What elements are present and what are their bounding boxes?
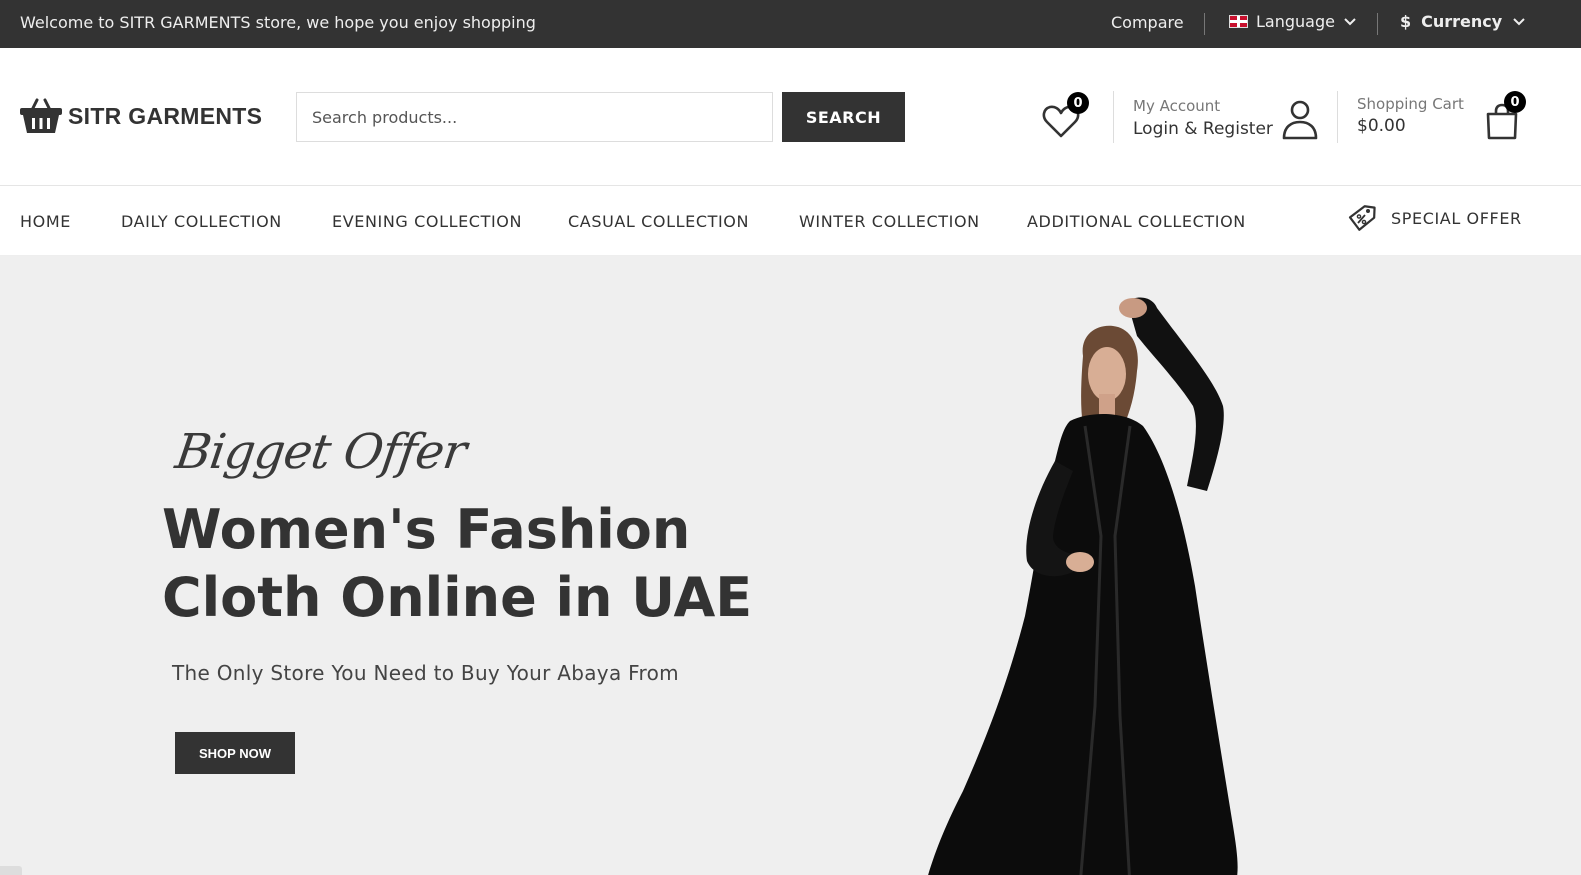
shop-now-button[interactable]: SHOP NOW xyxy=(175,732,295,774)
search-input[interactable] xyxy=(296,92,773,142)
search-button[interactable]: SEARCH xyxy=(782,92,905,142)
top-bar: Welcome to SITR GARMENTS store, we hope … xyxy=(0,0,1581,48)
nav-item-casual-collection[interactable]: CASUAL COLLECTION xyxy=(568,212,749,231)
flag-icon xyxy=(1229,15,1248,28)
nav-item-home[interactable]: HOME xyxy=(20,212,71,231)
chevron-down-icon xyxy=(1344,17,1356,25)
user-icon[interactable] xyxy=(1280,98,1320,140)
logo-text: SITR GARMENTS xyxy=(68,102,263,129)
divider xyxy=(1204,13,1205,35)
nav-item-winter-collection[interactable]: WINTER COLLECTION xyxy=(799,212,980,231)
main-navigation: HOME DAILY COLLECTION EVENING COLLECTION… xyxy=(0,186,1581,256)
cart-total: $0.00 xyxy=(1357,116,1406,136)
login-register-link[interactable]: Login & Register xyxy=(1133,119,1273,139)
hero-headline: Women's Fashion Cloth Online in UAE xyxy=(162,498,753,629)
divider xyxy=(1377,13,1378,35)
cart-button[interactable]: 0 xyxy=(1483,91,1526,141)
basket-logo-icon xyxy=(20,98,62,133)
hero-script-tagline: Bigget Offer xyxy=(172,424,470,480)
wishlist-count-badge: 0 xyxy=(1067,92,1089,114)
language-dropdown[interactable]: Language xyxy=(1229,12,1357,31)
discount-tag-icon xyxy=(1348,205,1376,231)
wishlist-button[interactable]: 0 xyxy=(1041,92,1089,140)
welcome-message: Welcome to SITR GARMENTS store, we hope … xyxy=(20,13,536,32)
currency-symbol: $ xyxy=(1400,12,1412,31)
model-image xyxy=(928,297,1238,875)
divider xyxy=(1337,91,1338,143)
special-offer-label: SPECIAL OFFER xyxy=(1391,208,1522,228)
corner-tab xyxy=(0,866,22,875)
chevron-down-icon xyxy=(1513,17,1525,25)
nav-item-additional-collection[interactable]: ADDITIONAL COLLECTION xyxy=(1027,212,1246,231)
language-label: Language xyxy=(1256,12,1335,31)
hero-banner: Bigget Offer Women's Fashion Cloth Onlin… xyxy=(0,256,1581,875)
hero-subtitle: The Only Store You Need to Buy Your Abay… xyxy=(172,661,679,685)
compare-link[interactable]: Compare xyxy=(1111,13,1184,32)
currency-dropdown[interactable]: $ Currency xyxy=(1400,12,1526,31)
site-logo[interactable]: SITR GARMENTS xyxy=(20,98,262,134)
special-offer-link[interactable]: SPECIAL OFFER xyxy=(1347,202,1522,234)
account-link[interactable]: My Account Login & Register xyxy=(1133,97,1273,139)
account-label: My Account xyxy=(1133,97,1221,115)
cart-count-badge: 0 xyxy=(1504,91,1526,113)
cart-label: Shopping Cart xyxy=(1357,95,1464,113)
nav-item-daily-collection[interactable]: DAILY COLLECTION xyxy=(121,212,282,231)
cart-link[interactable]: Shopping Cart $0.00 xyxy=(1357,95,1464,136)
divider xyxy=(1113,91,1114,143)
currency-label: Currency xyxy=(1421,12,1503,31)
nav-item-evening-collection[interactable]: EVENING COLLECTION xyxy=(332,212,522,231)
site-header: SITR GARMENTS SEARCH 0 My Account Login … xyxy=(0,48,1581,186)
